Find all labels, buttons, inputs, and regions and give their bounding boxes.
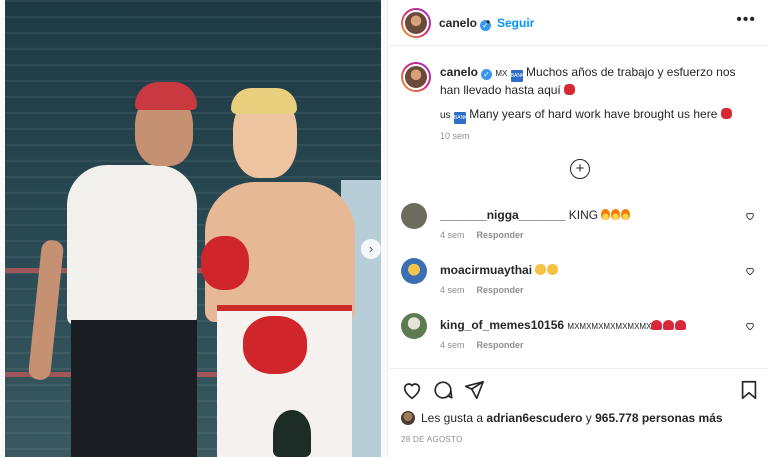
more-options-icon[interactable]: ••• (736, 11, 756, 29)
likes-summary: Les gusta a adrian6escudero y 965.778 pe… (401, 411, 723, 425)
comment-body: moacirmuaythai (440, 263, 559, 277)
like-heart-icon[interactable] (401, 379, 423, 401)
post-photo[interactable] (5, 0, 381, 457)
comment-body: _______nigga_______ KING (440, 208, 631, 222)
comment-username[interactable]: moacirmuaythai (440, 263, 532, 277)
post-date[interactable]: 28 DE AGOSTO (401, 435, 463, 444)
trainer-shirt (67, 165, 197, 325)
post-header: canelo ✓ • Seguir ••• (389, 0, 768, 46)
translation-text: Many years of hard work have brought us … (469, 107, 718, 121)
liker-avatar[interactable] (401, 411, 415, 425)
reply-button[interactable]: Responder (477, 340, 524, 350)
clap-emoji-icon (535, 263, 559, 277)
verified-badge-icon: ✓ (481, 69, 493, 80)
caption-time: 10 sem (440, 131, 470, 141)
comment-meta: 4 sem Responder (440, 230, 524, 240)
comment-username[interactable]: king_of_memes10156 (440, 318, 564, 332)
reply-button[interactable]: Responder (477, 230, 524, 240)
reply-button[interactable]: Responder (477, 285, 524, 295)
load-more-comments-icon[interactable]: + (570, 159, 590, 179)
comment-bubble-icon[interactable] (432, 379, 454, 401)
fire-emoji-icon (601, 208, 631, 222)
caption-translation: us BANK Many years of hard work have bro… (440, 107, 740, 124)
caption-username[interactable]: canelo (440, 65, 478, 79)
shorts-emblem (273, 410, 311, 457)
comment-avatar[interactable] (401, 258, 427, 284)
like-comment-heart-icon[interactable] (745, 266, 755, 276)
comment-avatar[interactable] (401, 203, 427, 229)
heart-emoji-icon (651, 318, 687, 332)
bank-flag-icon: BANK (453, 112, 468, 124)
comment-meta: 4 sem Responder (440, 285, 524, 295)
boxing-glove-emoji-icon (720, 108, 732, 119)
post-actions-bar (389, 368, 768, 404)
comment-body: king_of_memes10156 MXMXMXMXMXMXMX (440, 318, 687, 332)
likes-count[interactable]: 965.778 personas más (595, 411, 722, 425)
translation-prefix: us (440, 110, 451, 121)
trainer-cap (135, 82, 197, 110)
like-comment-heart-icon[interactable] (745, 211, 755, 221)
post-sidebar: canelo ✓ • Seguir ••• canelo ✓ MX BANK Muc… (389, 0, 768, 457)
share-paper-plane-icon[interactable] (463, 379, 485, 401)
trainer-pants (71, 320, 197, 457)
country-code: MX (495, 69, 508, 78)
save-bookmark-icon[interactable] (738, 379, 760, 401)
boxing-glove (243, 316, 307, 374)
boxing-glove-emoji-icon (564, 84, 576, 95)
like-comment-heart-icon[interactable] (745, 321, 755, 331)
likes-prefix: Les gusta a (421, 411, 484, 425)
comment-avatar[interactable] (401, 313, 427, 339)
boxer-hair (231, 88, 297, 114)
author-username[interactable]: canelo ✓ (439, 16, 492, 31)
comment-text: KING (568, 208, 599, 222)
separator-dot: • (486, 15, 491, 29)
boxing-glove (201, 236, 249, 290)
comment-text: MXMXMXMXMXMXMX (567, 322, 652, 331)
username-text[interactable]: canelo (439, 16, 477, 30)
comment-username[interactable]: _______nigga_______ (440, 208, 565, 222)
author-avatar[interactable] (401, 8, 431, 38)
likes-middle: y (585, 411, 592, 425)
bank-flag-icon: BANK (510, 70, 524, 82)
comment-time: 4 sem (440, 340, 465, 350)
comment-time: 4 sem (440, 230, 465, 240)
caption-author-avatar[interactable] (401, 62, 431, 92)
post-media-pane: › (0, 0, 388, 457)
post-caption: canelo ✓ MX BANK Muchos años de trabajo y… (440, 64, 740, 99)
comment-time: 4 sem (440, 285, 465, 295)
liker-username[interactable]: adrian6escudero (486, 411, 582, 425)
next-photo-button[interactable]: › (361, 239, 381, 259)
follow-button[interactable]: Seguir (497, 16, 534, 30)
comment-meta: 4 sem Responder (440, 340, 524, 350)
